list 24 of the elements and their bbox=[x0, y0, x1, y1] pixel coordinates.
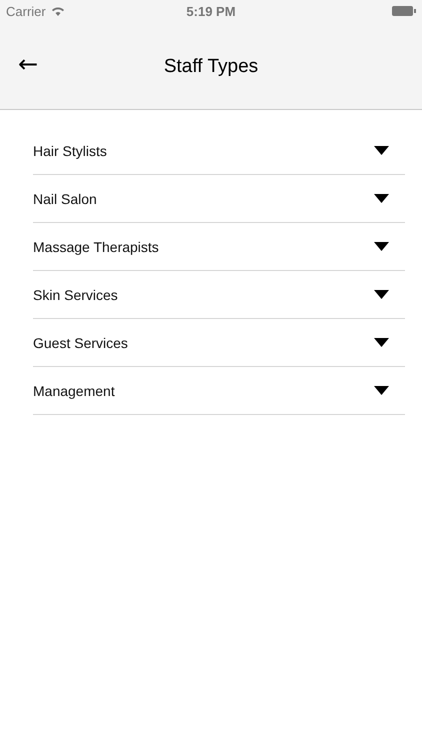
page-title: Staff Types bbox=[164, 56, 258, 78]
staff-type-row[interactable]: Massage Therapists bbox=[33, 223, 405, 271]
staff-type-label: Management bbox=[33, 382, 115, 398]
dropdown-triangle-icon bbox=[374, 338, 389, 347]
dropdown-triangle-icon bbox=[374, 290, 389, 299]
staff-type-label: Nail Salon bbox=[33, 190, 97, 206]
staff-type-label: Guest Services bbox=[33, 334, 128, 350]
carrier-name: Carrier bbox=[6, 4, 46, 18]
staff-type-row[interactable]: Management bbox=[33, 367, 405, 415]
dropdown-triangle-icon bbox=[374, 242, 389, 251]
wifi-icon bbox=[50, 6, 65, 16]
status-time: 5:19 PM bbox=[186, 4, 236, 18]
staff-type-row[interactable]: Nail Salon bbox=[33, 175, 405, 223]
staff-type-label: Hair Stylists bbox=[33, 142, 107, 158]
dropdown-triangle-icon bbox=[374, 194, 389, 203]
staff-type-row[interactable]: Guest Services bbox=[33, 319, 405, 367]
staff-type-row[interactable]: Skin Services bbox=[33, 271, 405, 319]
battery-icon bbox=[392, 6, 416, 16]
dropdown-triangle-icon bbox=[374, 386, 389, 395]
staff-type-label: Massage Therapists bbox=[33, 238, 159, 254]
back-button[interactable]: ← bbox=[16, 50, 40, 78]
staff-type-row[interactable]: Hair Stylists bbox=[33, 127, 405, 175]
staff-type-label: Skin Services bbox=[33, 286, 118, 302]
dropdown-triangle-icon bbox=[374, 146, 389, 155]
